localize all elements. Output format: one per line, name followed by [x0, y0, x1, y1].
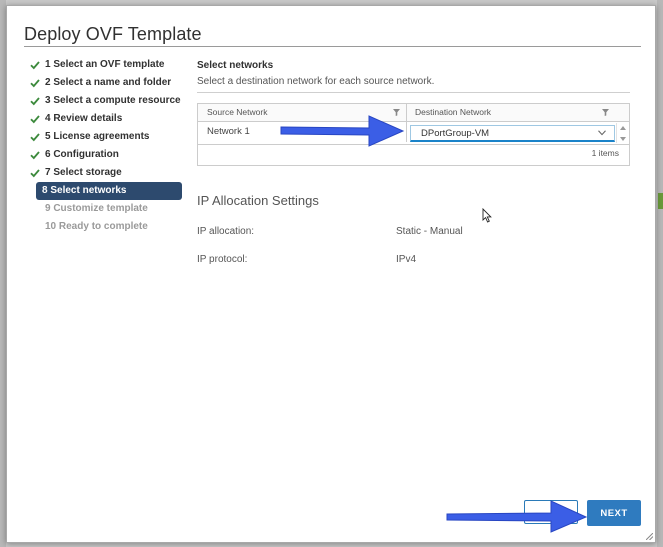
filter-icon[interactable]	[602, 109, 609, 116]
wizard-step-label: 5 License agreements	[45, 131, 150, 142]
wizard-step-6[interactable]: 6 Configuration	[27, 146, 187, 164]
check-icon	[30, 115, 40, 124]
section-divider	[197, 92, 630, 93]
wizard-step-label: 10 Ready to complete	[45, 221, 148, 232]
wizard-step-2[interactable]: 2 Select a name and folder	[27, 74, 187, 92]
scroll-down-icon[interactable]	[620, 137, 626, 141]
wizard-step-label: 8 Select networks	[42, 185, 127, 196]
check-icon	[30, 169, 40, 178]
network-mapping-grid: Source Network Destination Network Netwo…	[197, 103, 630, 166]
backdrop-tab	[658, 193, 663, 209]
check-icon	[30, 97, 40, 106]
grid-scrollbar[interactable]	[616, 123, 629, 143]
next-button[interactable]: NEXT	[587, 500, 641, 526]
scroll-up-icon[interactable]	[620, 126, 626, 130]
wizard-step-label: 6 Configuration	[45, 149, 119, 160]
ip-protocol-value: IPv4	[396, 254, 417, 265]
ip-allocation-label: IP allocation:	[197, 226, 255, 237]
grid-footer-divider	[198, 144, 629, 145]
ip-allocation-value: Static - Manual	[396, 226, 463, 237]
destination-network-value: DPortGroup-VM	[421, 128, 490, 139]
wizard-step-label: 4 Review details	[45, 113, 123, 124]
ip-protocol-label: IP protocol:	[197, 254, 248, 265]
wizard-step-10: 10 Ready to complete	[27, 218, 187, 236]
source-network-cell: Network 1	[207, 126, 250, 137]
wizard-step-3[interactable]: 3 Select a compute resource	[27, 92, 187, 110]
wizard-step-label: 2 Select a name and folder	[45, 77, 172, 88]
check-icon	[30, 61, 40, 70]
wizard-step-label: 9 Customize template	[45, 203, 148, 214]
backdrop-right	[657, 0, 663, 547]
wizard-step-1[interactable]: 1 Select an OVF template	[27, 56, 187, 74]
chevron-down-icon	[598, 130, 606, 136]
wizard-step-4[interactable]: 4 Review details	[27, 110, 187, 128]
grid-item-count: 1 items	[591, 148, 619, 158]
dialog-title: Deploy OVF Template	[24, 24, 202, 44]
deploy-ovf-dialog: Deploy OVF Template 1 Select an OVF temp…	[6, 5, 656, 543]
wizard-step-label: 7 Select storage	[45, 167, 122, 178]
check-icon	[30, 151, 40, 160]
check-icon	[30, 79, 40, 88]
wizard-steps: 1 Select an OVF template 2 Select a name…	[27, 56, 187, 236]
check-icon	[30, 133, 40, 142]
networks-description: Select a destination network for each so…	[197, 76, 435, 87]
wizard-step-label: 1 Select an OVF template	[45, 59, 165, 70]
networks-title: Select networks	[197, 60, 274, 71]
annotation-arrow-icon	[446, 500, 588, 533]
column-header-destination[interactable]: Destination Network	[415, 104, 491, 121]
resize-grip-icon[interactable]	[646, 533, 653, 540]
wizard-step-9: 9 Customize template	[27, 200, 187, 218]
wizard-step-5[interactable]: 5 License agreements	[27, 128, 187, 146]
column-divider[interactable]	[406, 104, 407, 142]
annotation-arrow-icon	[280, 115, 405, 147]
wizard-step-8[interactable]: 8 Select networks	[36, 182, 182, 200]
title-divider	[24, 46, 641, 47]
wizard-step-label: 3 Select a compute resource	[45, 95, 181, 106]
destination-network-select[interactable]: DPortGroup-VM	[410, 125, 615, 142]
wizard-step-7[interactable]: 7 Select storage	[27, 164, 187, 182]
cursor-icon	[482, 208, 492, 223]
ip-allocation-title: IP Allocation Settings	[197, 193, 319, 208]
grid-header: Source Network Destination Network	[198, 104, 629, 122]
column-header-source[interactable]: Source Network	[207, 104, 267, 121]
